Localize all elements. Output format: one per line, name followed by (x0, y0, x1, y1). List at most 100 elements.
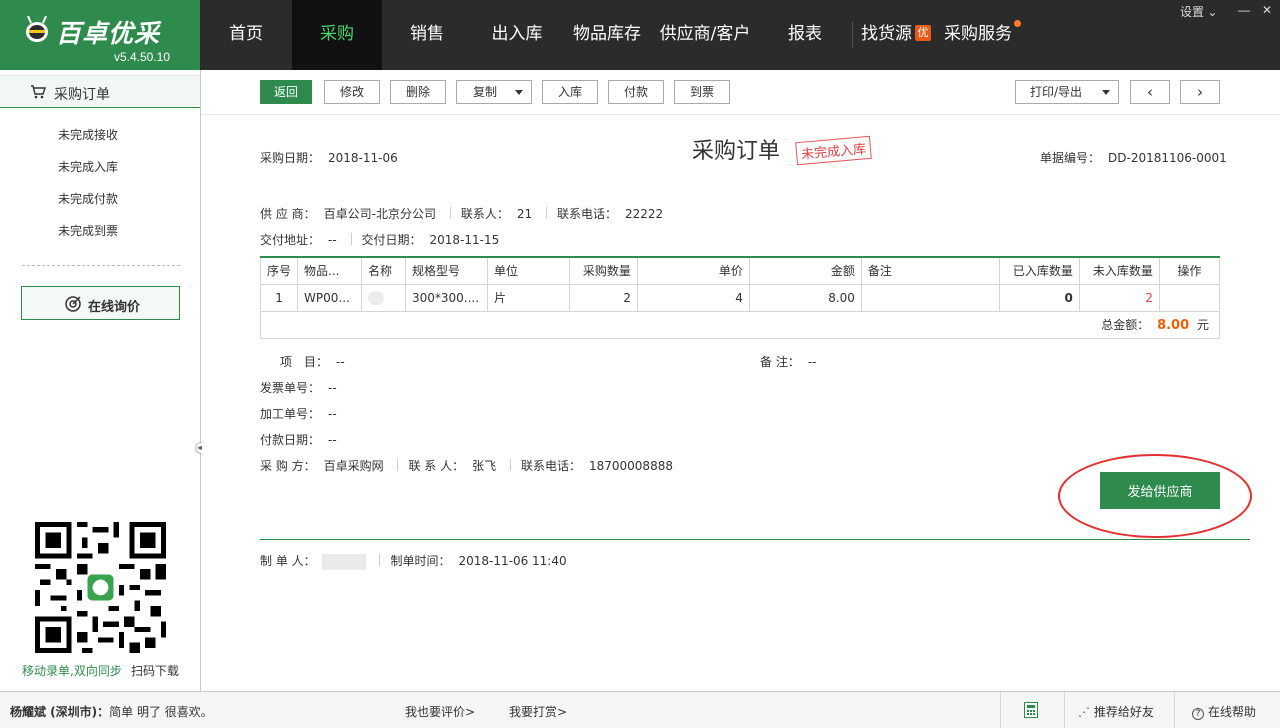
logo-area: 百卓优采 v5.4.50.10 (0, 0, 200, 70)
version-label: v5.4.50.10 (113, 50, 170, 64)
nav-purchase-service[interactable]: 采购服务 (939, 0, 1021, 70)
divider (1174, 692, 1175, 728)
remark-field: 备 注： -- (760, 355, 817, 369)
toolbar: 返回 修改 删除 复制 入库 付款 到票 打印/导出 ‹ › (202, 70, 1280, 114)
buyer-info: 采 购 方： 百卓采购网 联 系 人： 张飞 联系电话： 18700008888 (260, 459, 673, 473)
sidebar-item-not-stocked[interactable]: 未完成入库 (58, 158, 118, 175)
total-amount: 8.00 (1157, 318, 1190, 333)
cell-price: 4 (636, 283, 750, 312)
nav-sales[interactable]: 销售 (382, 0, 472, 70)
cell-stocked-qty: 0 (998, 283, 1080, 312)
settings-menu[interactable]: 设置 ⌄ (1180, 3, 1217, 20)
nav-reports[interactable]: 报表 (758, 0, 852, 70)
send-to-supplier-button[interactable]: 发给供应商 (1100, 472, 1220, 509)
next-button[interactable]: › (1180, 80, 1220, 104)
supplier-info: 供 应 商： 百卓公司-北京分公司 联系人： 21 联系电话： 22222 (260, 207, 664, 221)
column-header: 名称 (361, 256, 406, 285)
invoice-number-field: 发票单号： -- (260, 381, 337, 395)
document-number: 单据编号： DD-20181106-0001 (1040, 151, 1227, 165)
qr-code (35, 522, 166, 653)
blurred-text (321, 553, 366, 570)
nav-purchase[interactable]: 采购 (292, 0, 382, 70)
cell-unit: 片 (486, 283, 570, 312)
blurred-text (368, 290, 384, 305)
project-field: 项 目： -- (280, 355, 345, 369)
order-detail: 采购订单 未完成入库 采购日期： 2018-11-06 单据编号： DD-20181… (202, 114, 1280, 691)
purchase-date: 采购日期： 2018-11-06 (260, 151, 398, 165)
edit-button[interactable]: 修改 (324, 80, 380, 104)
main-nav: 首页 采购 销售 出入库 物品库存 供应商/客户 报表 找货源优 采购服务 (200, 0, 1021, 70)
nav-home[interactable]: 首页 (200, 0, 292, 70)
copy-dropdown[interactable]: 复制 (456, 80, 532, 104)
delete-button[interactable]: 删除 (390, 80, 446, 104)
brand-name: 百卓优采 (56, 19, 161, 48)
notification-dot (1014, 20, 1021, 27)
maker-info: 制 单 人： 制单时间： 2018-11-06 11:40 (260, 553, 567, 570)
prev-button[interactable]: ‹ (1130, 80, 1170, 104)
target-icon (65, 296, 81, 312)
column-header: 备注 (860, 256, 1000, 285)
recommend-link[interactable]: ⋰ 推荐给好友 (1078, 703, 1154, 720)
supplier-name: 百卓公司-北京分公司 (323, 207, 436, 221)
column-header: 操作 (1158, 256, 1221, 285)
column-header: 物品... (297, 256, 362, 285)
total-row: 总金额： 8.00 元 (260, 310, 1220, 339)
minimize-icon[interactable]: — (1238, 3, 1250, 17)
nav-find-source[interactable]: 找货源优 (853, 0, 939, 70)
nav-inventory[interactable]: 物品库存 (562, 0, 652, 70)
qr-caption-download: 扫码下载 (131, 664, 180, 678)
divider (260, 539, 1250, 540)
chevron-down-icon (515, 90, 523, 95)
sidebar-header[interactable]: 采购订单 (0, 75, 200, 108)
nav-supplier-customer[interactable]: 供应商/客户 (652, 0, 758, 70)
cell-qty: 2 (568, 283, 638, 312)
table-row[interactable]: 1 WP00... 300*300.... 片 2 4 8.00 0 2 (259, 283, 1221, 312)
share-icon: ⋰ (1078, 705, 1094, 719)
cell-spec: 300*300.... (404, 283, 488, 312)
cell-amount: 8.00 (748, 283, 862, 312)
cell-item-code: WP00... (297, 283, 362, 312)
online-inquiry-button[interactable]: 在线询价 (21, 286, 180, 320)
sidebar-item-not-received[interactable]: 未完成接收 (58, 126, 118, 143)
bee-logo-icon (26, 15, 48, 42)
process-number-field: 加工单号： -- (260, 407, 337, 421)
sidebar-item-not-paid[interactable]: 未完成付款 (58, 190, 118, 207)
stock-in-button[interactable]: 入库 (542, 80, 598, 104)
status-bar: 杨耀斌 (深圳市)：简单 明了 很喜欢。 我也要评价> 我要打赏> ⋰ 推荐给好… (0, 691, 1280, 728)
table-header-row: 序号 物品... 名称 规格型号 单位 采购数量 单价 金额 备注 已入库数量 … (259, 256, 1221, 285)
cell-unstocked-qty: 2 (1078, 283, 1160, 312)
invoice-button[interactable]: 到票 (674, 80, 730, 104)
total-unit: 元 (1196, 318, 1209, 332)
sidebar-item-no-invoice[interactable]: 未完成到票 (58, 222, 118, 239)
tip-link[interactable]: 我要打赏> (509, 703, 567, 720)
chevron-down-icon (1102, 90, 1110, 95)
print-export-dropdown[interactable]: 打印/导出 (1015, 80, 1119, 104)
total-label: 总金额： (1101, 318, 1150, 332)
close-icon[interactable]: ✕ (1262, 3, 1272, 17)
qr-caption-sync: 移动录单,双向同步 (22, 664, 122, 678)
nav-stock-io[interactable]: 出入库 (472, 0, 562, 70)
column-header: 单价 (636, 256, 750, 285)
delivery-info: 交付地址： -- 交付日期： 2018-11-15 (260, 233, 500, 247)
cell-actions[interactable] (1158, 283, 1221, 312)
divider (1064, 692, 1065, 728)
user-comment: 杨耀斌 (深圳市)：简单 明了 很喜欢。 (10, 705, 213, 719)
cell-remark (860, 283, 1000, 312)
payment-date-field: 付款日期： -- (260, 433, 337, 447)
status-stamp: 未完成入库 (795, 135, 872, 166)
column-header: 未入库数量 (1078, 256, 1160, 285)
sidebar-divider (22, 265, 180, 266)
pay-button[interactable]: 付款 (608, 80, 664, 104)
online-help-link[interactable]: ? 在线帮助 (1192, 703, 1256, 720)
top-bar: 百卓优采 v5.4.50.10 首页 采购 销售 出入库 物品库存 供应商/客户… (0, 0, 1280, 70)
rate-link[interactable]: 我也要评价> (405, 703, 475, 720)
column-header: 单位 (486, 256, 570, 285)
you-badge: 优 (915, 25, 931, 41)
cell-no: 1 (259, 283, 299, 312)
sidebar: 采购订单 未完成接收 未完成入库 未完成付款 未完成到票 在线询价 移动录单,双… (0, 70, 207, 691)
calculator-icon[interactable] (1024, 702, 1038, 718)
back-button[interactable]: 返回 (260, 80, 312, 104)
order-items-table: 序号 物品... 名称 规格型号 单位 采购数量 单价 金额 备注 已入库数量 … (259, 256, 1221, 339)
sidebar-title: 采购订单 (54, 87, 110, 103)
column-header: 规格型号 (404, 256, 488, 285)
